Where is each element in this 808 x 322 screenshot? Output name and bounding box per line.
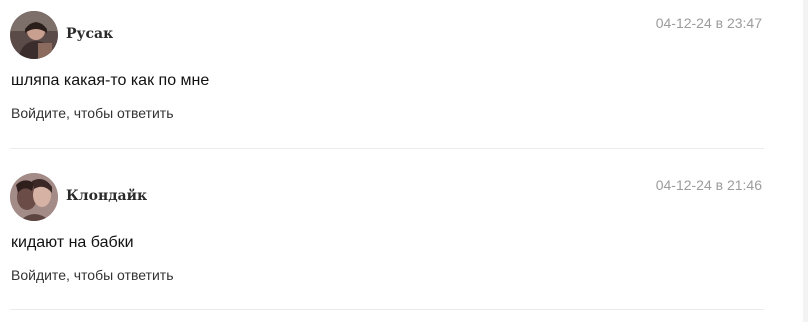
comment-divider — [10, 309, 764, 310]
comment-text: кидают на бабки — [11, 234, 134, 251]
comment-date: 04-12-24 в 23:47 — [655, 15, 762, 31]
comment-item: Клондайк 04-12-24 в 21:46 кидают на бабк… — [0, 160, 808, 310]
comment-author[interactable]: Русак — [66, 26, 113, 42]
login-to-reply-link[interactable]: Войдите, чтобы ответить — [11, 105, 174, 121]
comment-date: 04-12-24 в 21:46 — [655, 177, 762, 193]
comment-divider — [10, 148, 764, 149]
user-photo-icon[interactable] — [10, 173, 58, 221]
comment-author[interactable]: Клондайк — [66, 188, 147, 204]
comment-item: Русак 04-12-24 в 23:47 шляпа какая-то ка… — [0, 0, 808, 150]
login-to-reply-link[interactable]: Войдите, чтобы ответить — [11, 267, 174, 283]
user-photo-icon[interactable] — [10, 11, 58, 59]
comment-text: шляпа какая-то как по мне — [11, 72, 210, 89]
